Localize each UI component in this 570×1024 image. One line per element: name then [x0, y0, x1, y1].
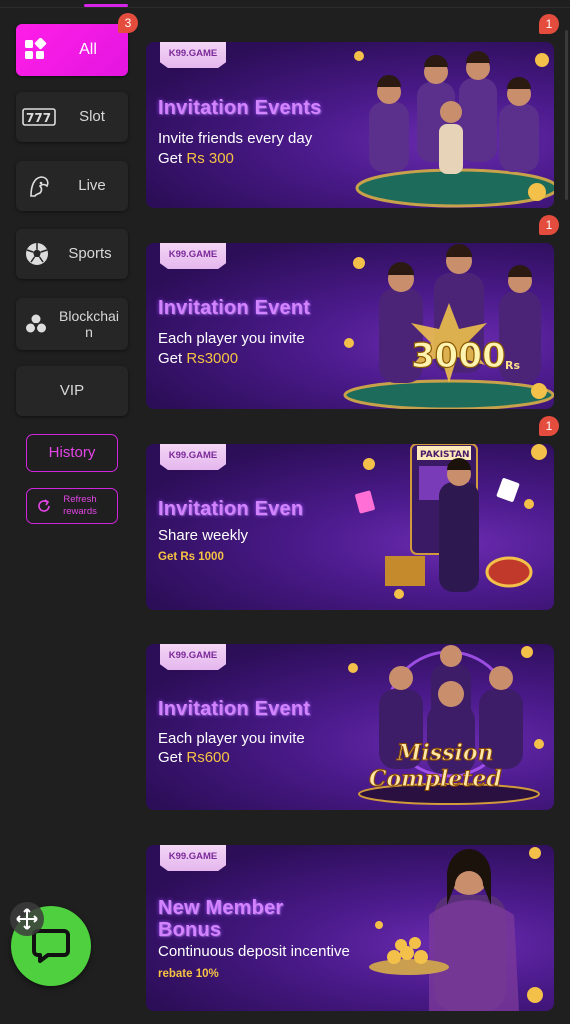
refresh-rewards-label: Refresh rewards	[63, 494, 97, 517]
promo-subtitle: Each player you invite	[158, 730, 305, 747]
brand-tag: K99.GAME	[160, 444, 226, 470]
blockchain-icon	[16, 299, 56, 349]
category-blockchain[interactable]: Blockchain	[16, 298, 128, 350]
move-arrows-icon	[16, 908, 38, 930]
promo-banner-share-weekly[interactable]: K99.GAME Invitation Even Share weekly Ge…	[146, 444, 554, 610]
promo-banner-invitation-event-600[interactable]: K99.GAME Invitation Event Each player yo…	[146, 644, 554, 810]
promo-subtitle: Continuous deposit incentive	[158, 943, 350, 960]
promo-title: New Member	[158, 897, 284, 919]
scrollbar[interactable]	[565, 30, 568, 200]
casino-table-illustration	[354, 51, 554, 208]
promo-amount: Get Rs 1000	[158, 551, 224, 563]
category-sports[interactable]: Sports	[16, 229, 128, 279]
art-mission-text: Mission	[396, 740, 494, 766]
soccer-ball-icon	[16, 229, 58, 279]
promo-banner-new-member-bonus[interactable]: K99.GAME New Member Bonus Continuous dep…	[146, 845, 554, 1011]
promo-subtitle: Share weekly	[158, 527, 249, 544]
history-button[interactable]: History	[26, 434, 118, 472]
brand-tag: K99.GAME	[160, 42, 226, 68]
category-sidebar: All 3 777 Slot Live Sports Blockchain VI…	[0, 0, 140, 1024]
notification-badge: 3	[118, 13, 138, 33]
art-completed-text: Completed	[369, 766, 502, 792]
promo-title: Invitation Even	[158, 498, 304, 520]
promo-title: Invitation Event	[158, 698, 311, 720]
promo-amount: Get Rs 300	[158, 150, 234, 167]
slot-777-icon: 777	[16, 92, 62, 142]
category-all[interactable]: All	[16, 24, 128, 76]
grid-icon	[16, 25, 54, 75]
promo-subtitle: Each player you invite	[158, 330, 305, 347]
category-label: Blockchain	[59, 308, 119, 340]
category-label: Sports	[68, 245, 112, 262]
promo-banner-invitation-event-3000[interactable]: K99.GAME Invitation Event Each player yo…	[146, 243, 554, 409]
category-label: Slot	[79, 108, 105, 125]
art-amount-text: 3000	[411, 336, 506, 376]
slot-machine-illustration: PAKISTAN	[355, 444, 547, 599]
refresh-rewards-button[interactable]: Refresh rewards	[26, 488, 118, 524]
promo-title-line2: Bonus	[158, 919, 222, 941]
notification-badge: 1	[539, 14, 559, 34]
category-slot[interactable]: 777 Slot	[16, 92, 128, 142]
jackpot-3000-illustration: 3000 Rs	[343, 244, 554, 409]
art-unit-text: Rs	[505, 359, 520, 372]
chat-bubble-icon	[32, 929, 70, 963]
live-dealer-icon	[16, 161, 62, 211]
notification-badge: 1	[539, 215, 559, 235]
gold-coins-illustration	[369, 847, 543, 1011]
mission-completed-illustration: Mission Completed	[348, 645, 544, 805]
notification-badge: 1	[539, 416, 559, 436]
brand-tag: K99.GAME	[160, 845, 226, 871]
category-vip[interactable]: VIP	[16, 366, 128, 416]
promo-title: Invitation Events	[158, 97, 322, 119]
promo-subtitle: Invite friends every day	[158, 130, 313, 147]
promo-amount: rebate 10%	[158, 968, 219, 980]
drag-handle[interactable]	[10, 902, 44, 936]
svg-text:777: 777	[26, 111, 51, 125]
promo-amount: Get Rs600	[158, 749, 230, 766]
promo-title: Invitation Event	[158, 297, 311, 319]
category-label: VIP	[59, 382, 85, 399]
category-live[interactable]: Live	[16, 161, 128, 211]
brand-tag: K99.GAME	[160, 644, 226, 670]
promo-banner-invitation-events[interactable]: K99.GAME Invitation Events Invite friend…	[146, 42, 554, 208]
brand-tag: K99.GAME	[160, 243, 226, 269]
category-label: Live	[78, 177, 106, 194]
refresh-icon	[38, 499, 50, 512]
category-label: All	[79, 41, 97, 58]
promo-amount: Get Rs3000	[158, 350, 239, 367]
